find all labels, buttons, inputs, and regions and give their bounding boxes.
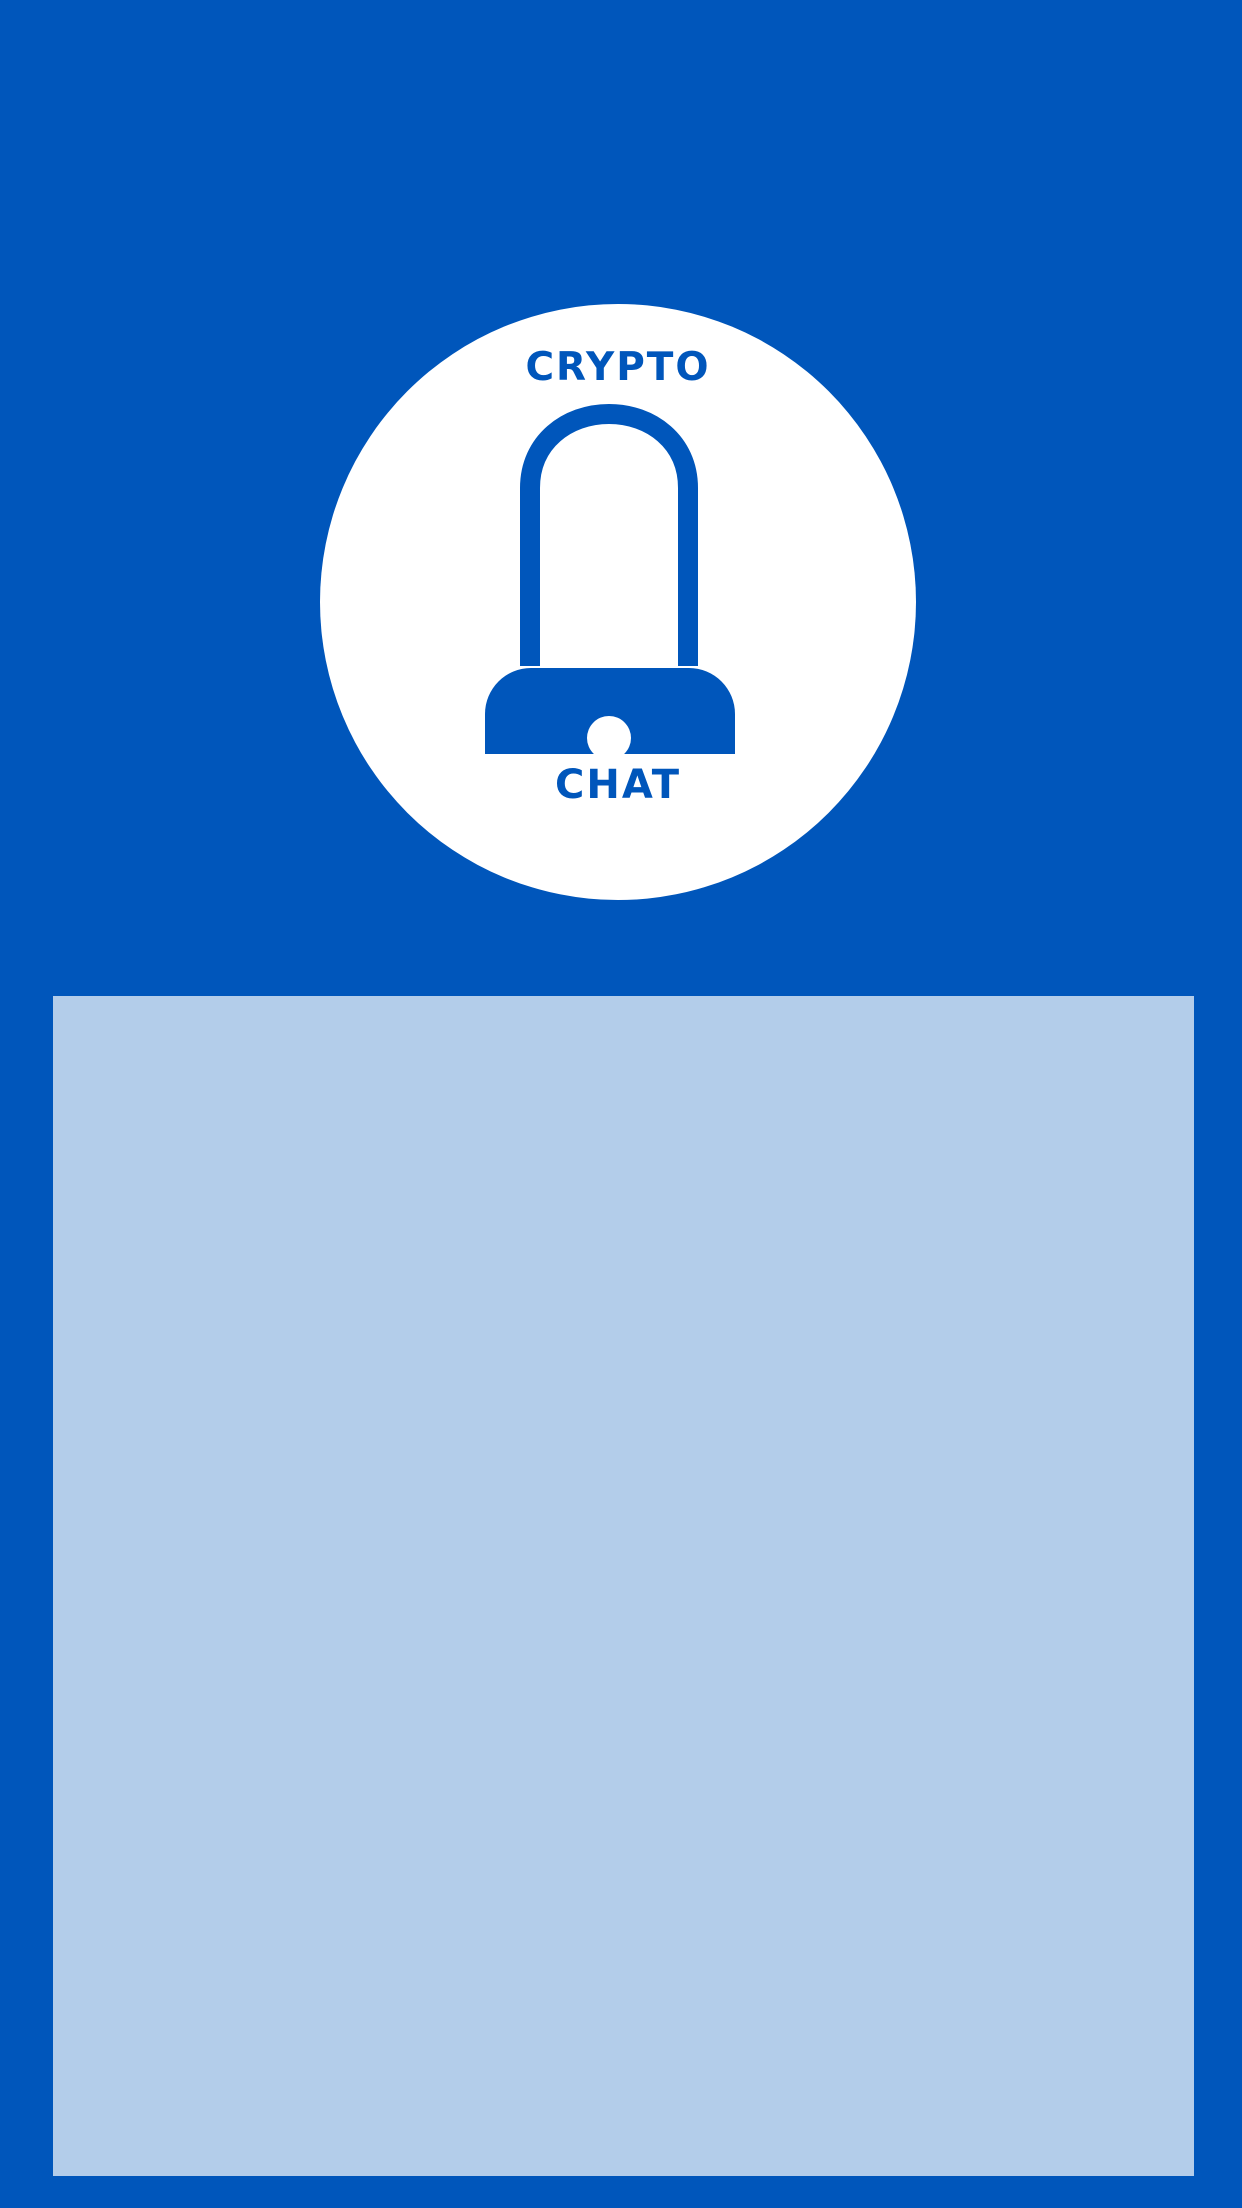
logo-word-chat: CHAT [555, 762, 681, 808]
logo-word-crypto: CRYPTO [525, 345, 711, 390]
content-panel [53, 996, 1194, 2176]
app-logo: CRYPTO CHAT [320, 304, 916, 900]
padlock-icon [485, 404, 735, 754]
splash-screen: CRYPTO CHAT [0, 0, 1242, 2208]
